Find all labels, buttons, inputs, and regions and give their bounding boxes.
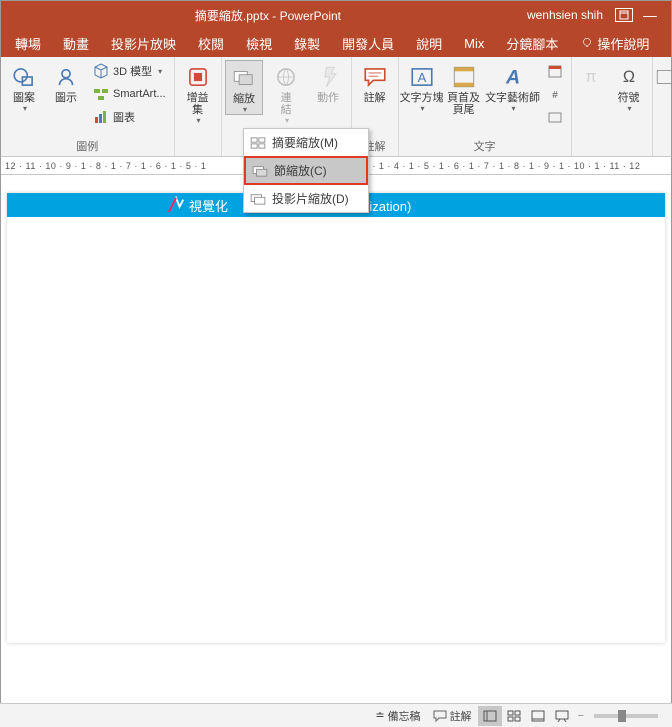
section-zoom-icon [252,165,268,177]
comment-button[interactable]: 註解 [356,60,394,104]
zoom-slider[interactable] [594,714,658,718]
slide-zoom-item[interactable]: 投影片縮放(D) [244,185,368,212]
sorter-view-button[interactable] [502,706,526,726]
header-footer-button[interactable]: 頁首及 頁尾 [445,60,483,116]
tab-recording[interactable]: 錄製 [284,29,330,57]
object-icon [547,109,563,125]
textbox-button[interactable]: A 文字方塊▾ [403,60,441,113]
svg-text:A: A [417,70,426,85]
group-addins: 增益 集▾ [175,57,222,156]
notes-button[interactable]: ≐ 備忘稿 [369,706,426,726]
comment-icon [362,64,388,90]
addins-button[interactable]: 增益 集▾ [179,60,217,125]
slide-canvas[interactable]: 視覺化資訊視覺ormation Visualization) [1,175,671,693]
chart-icon [93,109,109,125]
titlebar: 摘要縮放.pptx - PowerPoint wenhsien shih — [1,1,671,29]
cube-icon [93,63,109,79]
wordart-button[interactable]: A 文字藝術師▾ [487,60,539,113]
group-text: A 文字方塊▾ 頁首及 頁尾 A 文字藝術師▾ # 文字 [399,57,572,156]
wordart-icon: A [500,64,526,90]
tab-mix[interactable]: Mix [454,29,494,57]
link-icon [273,64,299,90]
lightbulb-icon [580,36,594,50]
chart-button[interactable]: 圖表 [89,106,170,128]
ribbon-tabs: 轉場 動畫 投影片放映 校閱 檢視 錄製 開發人員 說明 Mix 分鏡腳本 操作… [1,29,671,57]
group-media [653,57,672,156]
tab-storyboard[interactable]: 分鏡腳本 [496,29,568,57]
icons-icon [53,64,79,90]
window-title: 摘要縮放.pptx - PowerPoint [9,7,527,24]
3d-models-button[interactable]: 3D 模型▾ [89,60,170,82]
tab-developer[interactable]: 開發人員 [332,29,404,57]
slide-number-button[interactable]: # [543,83,567,105]
summary-zoom-item[interactable]: 摘要縮放(M) [244,129,368,156]
reading-view-button[interactable] [526,706,550,726]
svg-text:Ω: Ω [622,68,634,86]
action-button: 動作 [309,60,347,104]
tab-view[interactable]: 檢視 [236,29,282,57]
group-symbols: π Ω 符號▾ [572,57,653,156]
action-icon [315,64,341,90]
tab-slideshow[interactable]: 投影片放映 [101,29,186,57]
equation-button: π [576,60,606,90]
summary-zoom-icon [250,137,266,149]
media-button[interactable] [657,60,672,90]
ribbon-display-icon[interactable] [615,8,633,22]
comments-toggle[interactable]: 註解 [427,706,478,726]
shapes-icon [11,64,37,90]
slide[interactable]: 視覺化資訊視覺ormation Visualization) [7,193,665,643]
tab-animations[interactable]: 動畫 [53,29,99,57]
zoom-icon [231,65,257,91]
normal-view-button[interactable] [478,706,502,726]
textbox-icon: A [409,64,435,90]
zoom-dropdown: 摘要縮放(M) 節縮放(C) 投影片縮放(D) [243,128,369,213]
tab-help[interactable]: 說明 [406,29,452,57]
section-zoom-item[interactable]: 節縮放(C) [244,156,368,185]
number-icon: # [547,86,563,102]
svg-text:π: π [585,68,596,86]
link-button: 連 結▾ [267,60,305,125]
smartart-icon [93,86,109,102]
object-button[interactable] [543,106,567,128]
equation-icon: π [578,64,604,90]
tab-review[interactable]: 校閱 [188,29,234,57]
statusbar: ≐ 備忘稿 註解 − [0,703,672,727]
zoom-out-button[interactable]: − [578,710,584,722]
media-icon [654,64,672,90]
slideshow-view-button[interactable] [550,706,574,726]
zoom-button[interactable]: 縮放▾ [225,60,263,115]
svg-text:#: # [552,90,558,101]
svg-text:A: A [505,67,520,89]
group-illustrations: 圖案▾ 圖示 3D 模型▾ SmartArt... 圖表 [1,57,175,156]
tell-me-search[interactable]: 操作說明 [570,29,659,57]
icons-button[interactable]: 圖示 [47,60,85,104]
slide-zoom-icon [250,193,266,205]
tab-transitions[interactable]: 轉場 [5,29,51,57]
addin-icon [185,64,211,90]
minimize-icon[interactable]: — [641,8,659,22]
date-icon [547,63,563,79]
comment-icon [433,709,447,723]
smartart-button[interactable]: SmartArt... [89,83,170,105]
user-name: wenhsien shih [527,8,603,22]
symbol-button[interactable]: Ω 符號▾ [610,60,648,113]
headerfooter-icon [451,64,477,90]
date-button[interactable] [543,60,567,82]
slide-logo-icon [167,196,185,214]
shapes-button[interactable]: 圖案▾ [5,60,43,113]
omega-icon: Ω [616,64,642,90]
